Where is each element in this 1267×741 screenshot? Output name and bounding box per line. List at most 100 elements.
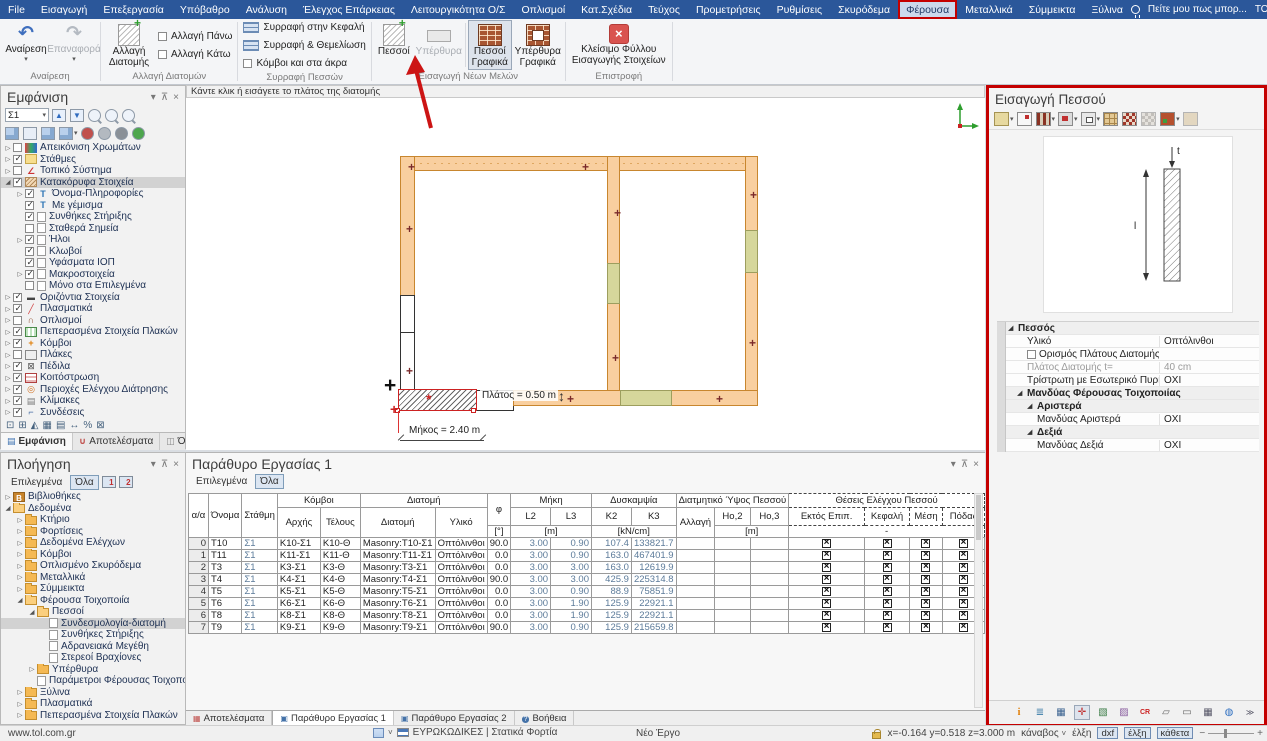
selected-filter-button[interactable]: Επιλεγμένα	[6, 475, 67, 490]
rotate-view-icon[interactable]: ◭	[31, 420, 39, 431]
table-row[interactable]: 4 T5 Σ1 K5-Σ1 K5-Θ Masonry:T5-Σ1 Οπτόλιν…	[189, 586, 985, 598]
expander-icon[interactable]: ▷	[3, 144, 13, 152]
expander-icon[interactable]: ▷	[3, 408, 13, 416]
expander-icon[interactable]: ▷	[15, 550, 25, 558]
table-row[interactable]: 1 T11 Σ1 K11-Σ1 K11-Θ Masonry:T11-Σ1 Οπτ…	[189, 550, 985, 562]
page-icon[interactable]: ▭	[1179, 705, 1195, 720]
check-middle[interactable]	[921, 623, 930, 632]
table-row[interactable]: 6 T8 Σ1 K8-Σ1 K8-Θ Masonry:T8-Σ1 Οπτόλιν…	[189, 610, 985, 622]
tree-item[interactable]: ▷ Φορτίσεις	[1, 526, 185, 538]
expander-icon[interactable]: ▷	[15, 573, 25, 581]
expander-icon[interactable]: ▷	[15, 539, 25, 547]
checkbox-icon[interactable]	[1027, 350, 1036, 359]
check-foot[interactable]	[959, 599, 968, 608]
menu-item[interactable]: Επεξεργασία	[95, 0, 172, 19]
table-row[interactable]: 0 T10 Σ1 K10-Σ1 K10-Θ Masonry:T10-Σ1 Οπτ…	[189, 538, 985, 550]
work-window-2-icon[interactable]: 2	[119, 476, 133, 488]
insert-pier-node-icon[interactable]: ▾	[994, 112, 1014, 126]
expander-icon[interactable]: ▷	[15, 585, 25, 593]
property-row[interactable]: ◢ Πεσσός	[997, 322, 1259, 335]
snap-label[interactable]: έλξη	[1072, 728, 1091, 739]
globe-icon[interactable]: ◍	[1221, 705, 1237, 720]
table-row[interactable]: 5 T6 Σ1 K6-Σ1 K6-Θ Masonry:T6-Σ1 Οπτόλιν…	[189, 598, 985, 610]
camera-green-icon[interactable]	[132, 127, 146, 140]
check-middle[interactable]	[921, 539, 930, 548]
panel-menu-icon[interactable]: ▾	[951, 459, 956, 470]
expander-icon[interactable]: ▷	[3, 351, 13, 359]
change-section-button[interactable]: Αλλαγή Διατομής	[104, 20, 154, 70]
tree-item[interactable]: ◢ Κατακόρυφα Στοιχεία	[1, 177, 185, 189]
menu-item[interactable]: Κατ.Σχέδια	[573, 0, 640, 19]
menu-item[interactable]: Μεταλλικά	[957, 0, 1021, 19]
check-middle[interactable]	[921, 587, 930, 596]
doc-icon[interactable]: ▱	[1158, 705, 1174, 720]
frame-icon[interactable]: ⊠	[96, 420, 104, 431]
tree-item[interactable]: ▷ Υπέρθυρα	[1, 664, 185, 676]
tree-item[interactable]: ▷ Βιβλιοθήκες	[1, 491, 185, 503]
camera-dark-icon[interactable]	[115, 127, 129, 140]
close-sheet-button[interactable]: × Κλείσιμο Φύλλου Εισαγωγής Στοιχείων	[569, 20, 669, 70]
view-cube-icon[interactable]	[5, 127, 20, 140]
check-middle[interactable]	[921, 575, 930, 584]
toggle-snap[interactable]: έλξη	[1124, 727, 1150, 739]
check-foot[interactable]	[959, 611, 968, 620]
measure-icon[interactable]: ↔	[69, 420, 79, 431]
tree-item[interactable]: Συνθήκες Στήριξης	[1, 211, 185, 223]
drawing-canvas[interactable]: * + + + + + + + + + + + + Πλάτος = 0.50 …	[186, 98, 985, 450]
expander-icon[interactable]: ◢	[15, 596, 25, 604]
tree-item[interactable]: ▷ Πεπερασμένα Στοιχεία Πλακών	[1, 326, 185, 338]
check-middle[interactable]	[921, 563, 930, 572]
pin-icon[interactable]: ⊼	[161, 92, 168, 103]
visibility-checkbox[interactable]	[13, 166, 22, 175]
view-mode-cube-icon[interactable]: ▾	[59, 127, 78, 140]
expander-icon[interactable]: ▷	[15, 562, 25, 570]
visibility-checkbox[interactable]	[25, 212, 34, 221]
tree-item[interactable]: Συνθήκες Στήριξης	[1, 629, 185, 641]
change-bottom-checkbox[interactable]: Αλλαγή Κάτω	[158, 47, 232, 62]
property-row[interactable]: Μανδύας Αριστερά ΟΧΙ	[997, 413, 1259, 426]
work-window-tab[interactable]: Παράθυρο Εργασίας 2	[394, 711, 515, 725]
percent-icon[interactable]: %	[83, 420, 92, 431]
redo-button[interactable]: ↷ Επαναφορά ▾	[51, 20, 97, 70]
menu-item[interactable]: Έλεγχος Επάρκειας	[295, 0, 403, 19]
expander-icon[interactable]: ▷	[3, 493, 13, 501]
undo-button[interactable]: ↶ Αναίρεση ▾	[3, 20, 49, 70]
check-foot[interactable]	[959, 563, 968, 572]
visibility-checkbox[interactable]	[25, 224, 34, 233]
insert-pier-grid-icon[interactable]: ▾	[1036, 112, 1056, 126]
tree-item[interactable]: ▷ Οπλισμένο Σκυρόδεμα	[1, 560, 185, 572]
close-icon[interactable]: ×	[973, 459, 979, 470]
menu-item[interactable]: Οπλισμοί	[513, 0, 573, 19]
zoom-window-icon[interactable]	[88, 109, 102, 122]
tree-item[interactable]: Στερεοί Βραχίονες	[1, 652, 185, 664]
new-pier-rubberband[interactable]	[398, 389, 477, 411]
tree-item[interactable]: ▷ Κόμβοι	[1, 338, 185, 350]
zoom-orbit-icon[interactable]	[122, 109, 136, 122]
expander-icon[interactable]: ▷	[3, 167, 13, 175]
region-icon[interactable]: ▦	[42, 420, 51, 431]
panel-menu-icon[interactable]: ▾	[151, 92, 156, 103]
tree-item[interactable]: ▷ Απεικόνιση Χρωμάτων	[1, 142, 185, 154]
cr-icon[interactable]: CR	[1137, 705, 1153, 720]
website-link[interactable]: www.tol.com.gr	[8, 728, 76, 739]
work-window-tab[interactable]: Αποτελέσματα	[186, 711, 272, 725]
table-view-icon[interactable]	[373, 728, 384, 738]
check-head[interactable]	[883, 611, 892, 620]
lock-icon[interactable]	[872, 732, 881, 739]
tree-item[interactable]: ▷ Οριζόντια Στοιχεία	[1, 292, 185, 304]
table-row[interactable]: 7 T9 Σ1 K9-Σ1 K9-Θ Masonry:T9-Σ1 Οπτόλιν…	[189, 622, 985, 634]
check-out-of-plane[interactable]	[822, 539, 831, 548]
layers-icon[interactable]: ≣	[1032, 705, 1048, 720]
check-out-of-plane[interactable]	[822, 575, 831, 584]
wall-top[interactable]	[400, 156, 758, 171]
visibility-checkbox[interactable]	[13, 178, 22, 187]
check-out-of-plane[interactable]	[822, 551, 831, 560]
expander-icon[interactable]: ▷	[3, 305, 13, 313]
visibility-checkbox[interactable]	[13, 373, 22, 382]
change-top-checkbox[interactable]: Αλλαγή Πάνω	[158, 29, 232, 44]
check-foot[interactable]	[959, 551, 968, 560]
nodes-at-ends-checkbox[interactable]: Κόμβοι και στα άκρα	[243, 56, 365, 71]
pick-cell-icon[interactable]: ▾	[1081, 112, 1101, 126]
visibility-checkbox[interactable]	[13, 143, 22, 152]
property-row[interactable]: ◢ Αριστερά	[997, 400, 1259, 413]
